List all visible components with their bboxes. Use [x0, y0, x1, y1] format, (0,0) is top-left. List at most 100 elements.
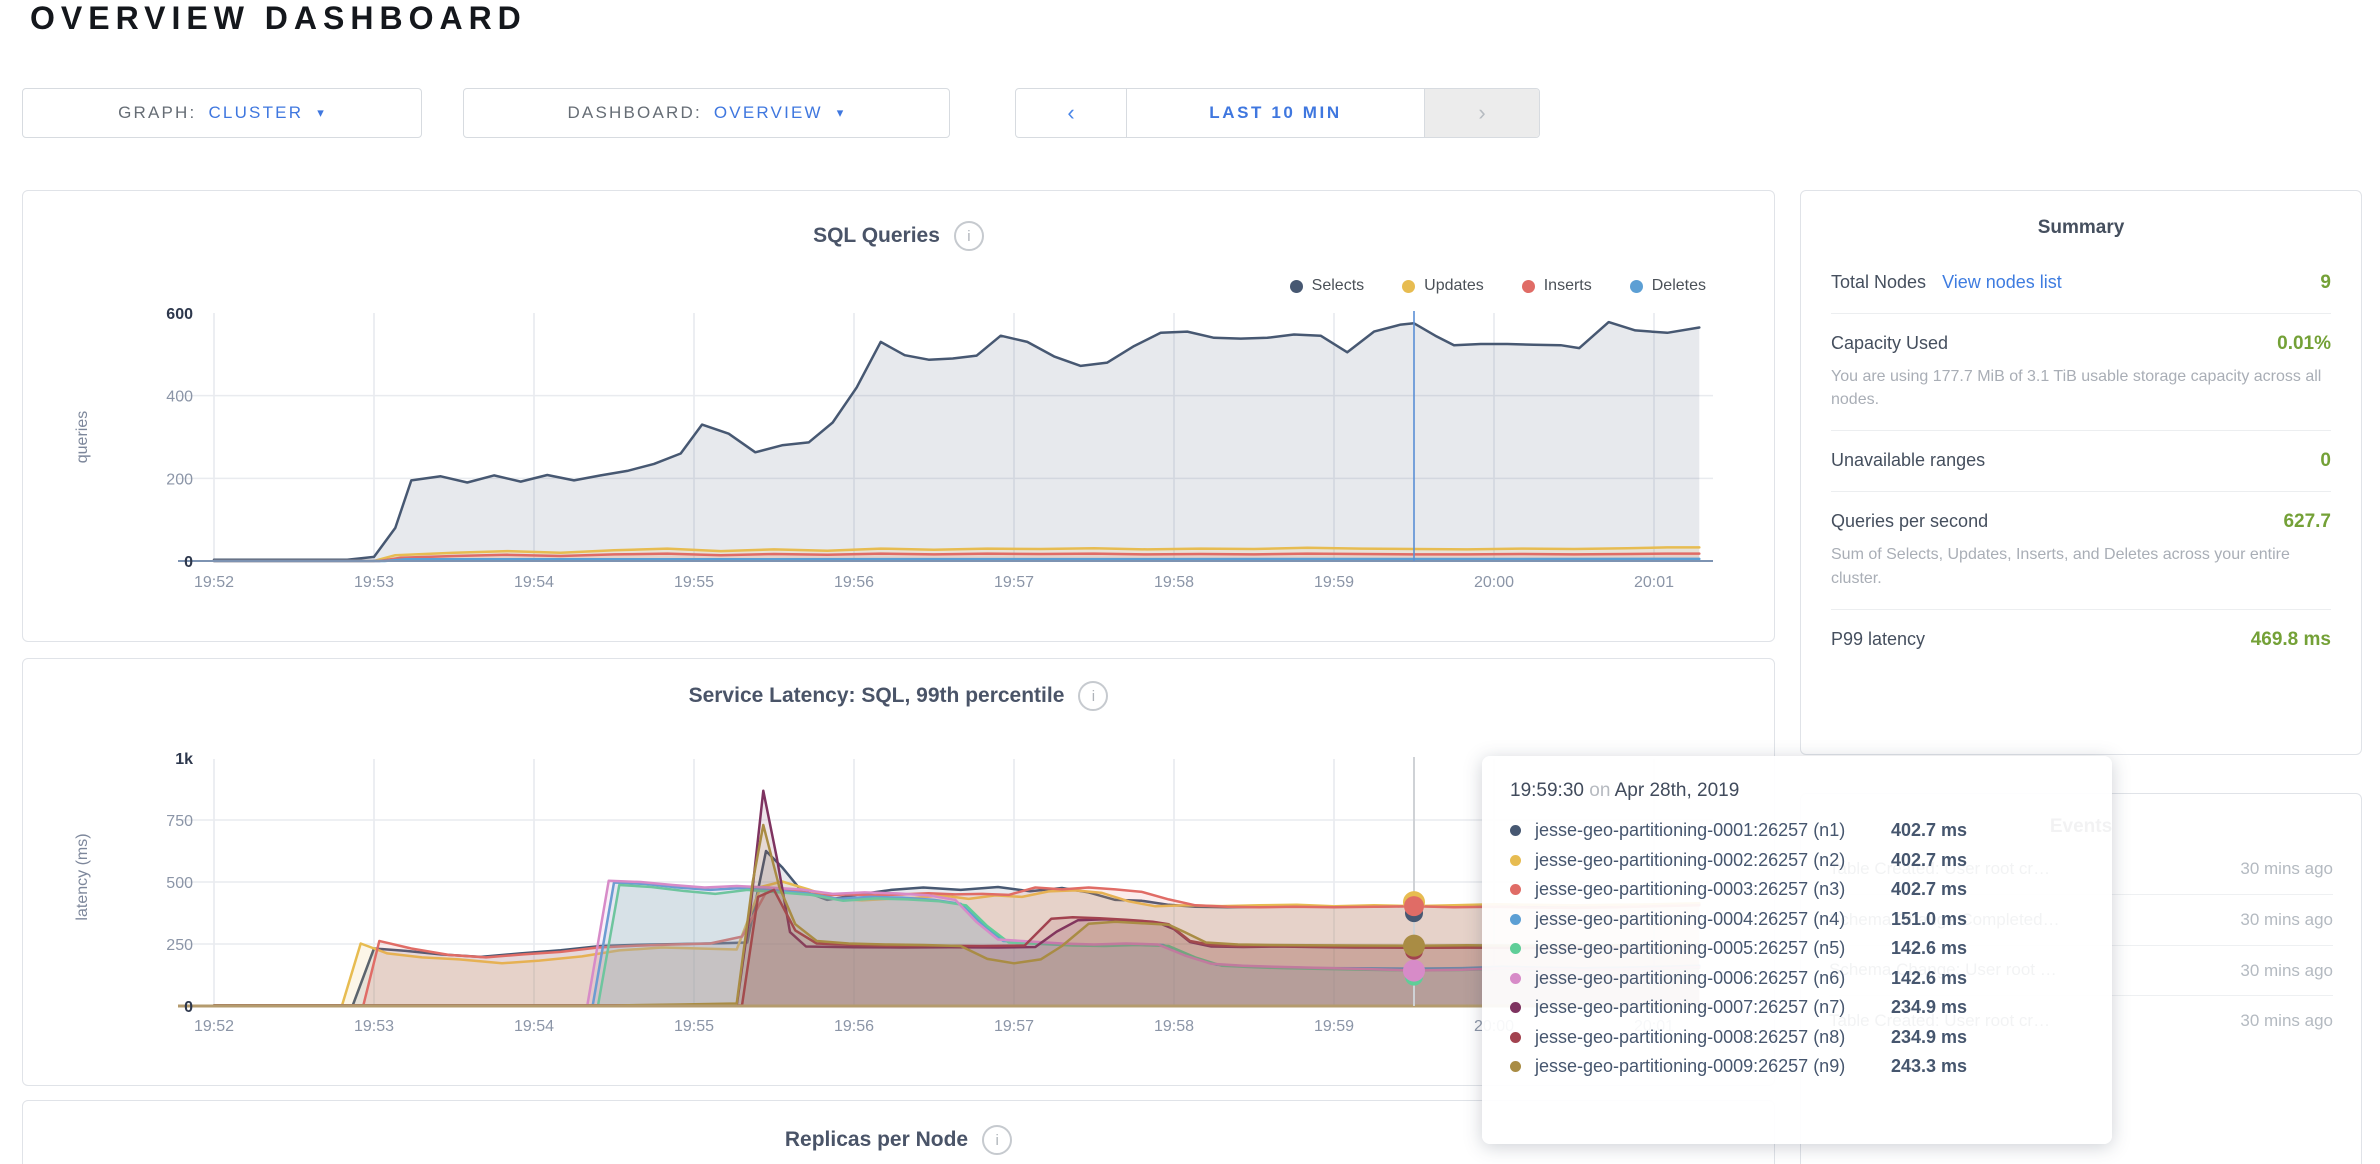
x-tick-label: 19:56	[834, 1018, 874, 1035]
tooltip-node-name: jesse-geo-partitioning-0002:26257 (n2)	[1535, 850, 1891, 871]
series-dot-icon	[1510, 884, 1521, 895]
summary-value: 0	[2320, 450, 2331, 472]
tooltip-node-value: 402.7 ms	[1891, 820, 1967, 841]
sql-queries-chart[interactable]: 020040060019:5219:5319:5419:5519:5619:57…	[23, 191, 1774, 641]
chevron-down-icon: ▾	[837, 105, 846, 121]
y-axis-label: latency (ms)	[74, 833, 91, 920]
series-dot-icon	[1510, 1061, 1521, 1072]
tooltip-node-value: 402.7 ms	[1891, 879, 1967, 900]
tooltip-header: 19:59:30 on Apr 28th, 2019	[1510, 780, 2084, 802]
series-dot-icon	[1510, 943, 1521, 954]
tooltip-node-value: 402.7 ms	[1891, 850, 1967, 871]
overview-dashboard-page: OVERVIEW DASHBOARD GRAPH: CLUSTER ▾ DASH…	[0, 0, 2380, 1164]
tooltip-row: jesse-geo-partitioning-0009:26257 (n9)24…	[1510, 1052, 2084, 1082]
summary-row: Total Nodes View nodes list 9	[1831, 253, 2331, 314]
timerange-prev-button[interactable]: ‹	[1016, 89, 1127, 137]
tooltip-node-name: jesse-geo-partitioning-0007:26257 (n7)	[1535, 997, 1891, 1018]
event-timestamp: 30 mins ago	[2233, 959, 2333, 983]
tooltip-on: on	[1589, 780, 1610, 801]
x-tick-label: 19:55	[674, 1018, 714, 1035]
summary-rows: Total Nodes View nodes list 9 Capacity Used…	[1801, 253, 2361, 670]
y-axis-label: queries	[74, 411, 91, 463]
chart-hover-tooltip: 19:59:30 on Apr 28th, 2019 jesse-geo-par…	[1482, 756, 2112, 1144]
timerange-selector: ‹ LAST 10 MIN ›	[1015, 88, 1540, 138]
tooltip-time: 19:59:30	[1510, 780, 1584, 801]
timerange-next-button[interactable]: ›	[1424, 89, 1539, 137]
series-dot-icon	[1510, 1032, 1521, 1043]
chevron-down-icon: ▾	[317, 105, 326, 121]
summary-row: Capacity Used0.01%You are using 177.7 Mi…	[1831, 314, 2331, 431]
x-tick-label: 19:58	[1154, 574, 1194, 591]
summary-label: Total Nodes	[1831, 272, 1926, 293]
tooltip-node-name: jesse-geo-partitioning-0005:26257 (n5)	[1535, 938, 1891, 959]
x-tick-label: 20:00	[1474, 574, 1514, 591]
x-tick-label: 19:53	[354, 1018, 394, 1035]
graph-dropdown[interactable]: GRAPH: CLUSTER ▾	[22, 88, 422, 138]
tooltip-node-name: jesse-geo-partitioning-0003:26257 (n3)	[1535, 879, 1891, 900]
x-tick-label: 19:59	[1314, 1018, 1354, 1035]
tooltip-node-name: jesse-geo-partitioning-0009:26257 (n9)	[1535, 1056, 1891, 1077]
x-tick-label: 19:52	[194, 574, 234, 591]
x-tick-label: 20:01	[1634, 574, 1674, 591]
tooltip-row: jesse-geo-partitioning-0003:26257 (n3)40…	[1510, 875, 2084, 905]
x-tick-label: 19:52	[194, 1018, 234, 1035]
summary-label: Unavailable ranges	[1831, 450, 1985, 471]
tooltip-row: jesse-geo-partitioning-0004:26257 (n4)15…	[1510, 905, 2084, 935]
summary-label: Queries per second	[1831, 511, 1988, 532]
page-title: OVERVIEW DASHBOARD	[30, 0, 527, 37]
tooltip-node-value: 142.6 ms	[1891, 968, 1967, 989]
summary-description: Sum of Selects, Updates, Inserts, and De…	[1831, 543, 2331, 589]
series-dot-icon	[1510, 825, 1521, 836]
tooltip-row: jesse-geo-partitioning-0005:26257 (n5)14…	[1510, 934, 2084, 964]
tooltip-node-value: 234.9 ms	[1891, 1027, 1967, 1048]
tooltip-node-value: 142.6 ms	[1891, 938, 1967, 959]
y-tick-label: 400	[166, 389, 193, 406]
tooltip-node-name: jesse-geo-partitioning-0006:26257 (n6)	[1535, 968, 1891, 989]
x-tick-label: 19:53	[354, 574, 394, 591]
summary-value: 627.7	[2283, 511, 2331, 533]
graph-dropdown-value: CLUSTER	[208, 103, 303, 123]
x-tick-label: 19:58	[1154, 1018, 1194, 1035]
y-tick-label: 0	[184, 999, 193, 1016]
tooltip-date: Apr 28th, 2019	[1615, 780, 1740, 801]
event-timestamp: 30 mins ago	[2233, 1009, 2333, 1033]
summary-value: 9	[2320, 272, 2331, 294]
tooltip-row: jesse-geo-partitioning-0002:26257 (n2)40…	[1510, 846, 2084, 876]
series-dot-icon	[1510, 1002, 1521, 1013]
summary-description: You are using 177.7 MiB of 3.1 TiB usabl…	[1831, 365, 2331, 411]
series-dot-icon	[1510, 914, 1521, 925]
tooltip-rows: jesse-geo-partitioning-0001:26257 (n1)40…	[1510, 816, 2084, 1082]
summary-row: Queries per second 627.7 Sum of Selects, U…	[1831, 492, 2331, 609]
summary-value: 469.8 ms	[2251, 629, 2331, 651]
event-timestamp: 30 mins ago	[2233, 908, 2333, 932]
tooltip-node-value: 234.9 ms	[1891, 997, 1967, 1018]
x-tick-label: 19:57	[994, 574, 1034, 591]
y-tick-label: 500	[166, 875, 193, 892]
tooltip-row: jesse-geo-partitioning-0007:26257 (n7)23…	[1510, 993, 2084, 1023]
tooltip-node-value: 243.3 ms	[1891, 1056, 1967, 1077]
summary-panel: Summary Total NodesView nodes list9Capac…	[1800, 190, 2362, 755]
timerange-label[interactable]: LAST 10 MIN	[1127, 89, 1424, 137]
tooltip-node-name: jesse-geo-partitioning-0004:26257 (n4)	[1535, 909, 1891, 930]
series-dot-icon	[1510, 855, 1521, 866]
y-tick-label: 250	[166, 937, 193, 954]
event-timestamp: 30 mins ago	[2233, 857, 2333, 881]
x-tick-label: 19:56	[834, 574, 874, 591]
y-tick-label: 1k	[175, 751, 193, 768]
summary-label: P99 latency	[1831, 629, 1925, 650]
info-icon[interactable]	[982, 1125, 1012, 1155]
x-tick-label: 19:55	[674, 574, 714, 591]
dashboard-dropdown[interactable]: DASHBOARD: OVERVIEW ▾	[463, 88, 950, 138]
sql-queries-panel: SQL Queries SelectsUpdatesInsertsDeletes…	[22, 190, 1775, 642]
tooltip-node-name: jesse-geo-partitioning-0008:26257 (n8)	[1535, 1027, 1891, 1048]
tooltip-row: jesse-geo-partitioning-0006:26257 (n6)14…	[1510, 964, 2084, 994]
tooltip-node-name: jesse-geo-partitioning-0001:26257 (n1)	[1535, 820, 1891, 841]
y-tick-label: 600	[166, 306, 193, 323]
x-tick-label: 19:54	[514, 1018, 554, 1035]
summary-row: Unavailable ranges 0	[1831, 431, 2331, 492]
tooltip-row: jesse-geo-partitioning-0008:26257 (n8)23…	[1510, 1023, 2084, 1053]
view-nodes-list-link[interactable]: View nodes list	[1942, 272, 2062, 293]
dashboard-dropdown-value: OVERVIEW	[714, 103, 823, 123]
y-tick-label: 750	[166, 813, 193, 830]
summary-label: Capacity Used	[1831, 333, 1948, 354]
